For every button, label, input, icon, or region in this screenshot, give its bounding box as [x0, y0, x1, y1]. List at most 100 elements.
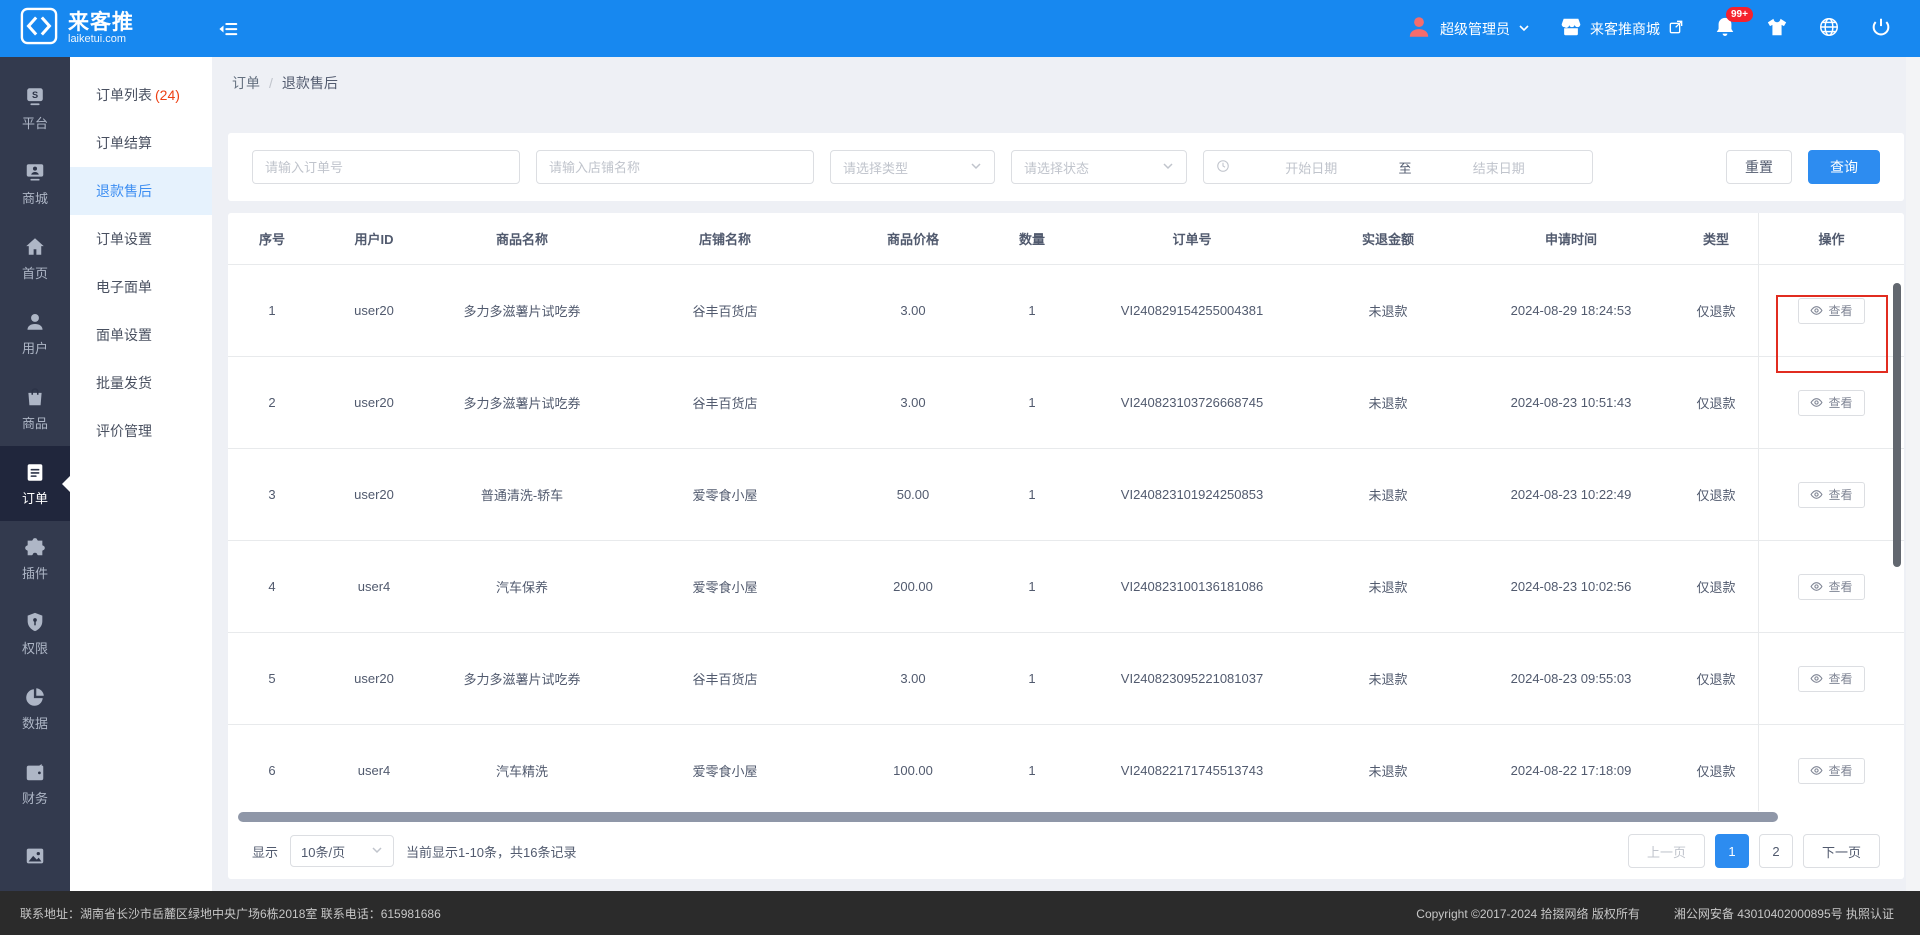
sidebar-item-user[interactable]: 用户 — [0, 296, 70, 371]
view-button[interactable]: 查看 — [1798, 666, 1864, 692]
type-select[interactable]: 请选择类型 — [830, 150, 995, 184]
page-scrollbar-track[interactable] — [1906, 57, 1920, 891]
notifications-button[interactable]: 99+ — [1714, 16, 1736, 41]
submenu-item-order-list[interactable]: 订单列表(24) — [70, 71, 212, 119]
submenu-item-waybill-settings[interactable]: 面单设置 — [70, 311, 212, 359]
cell: 1 — [988, 449, 1076, 540]
language-globe-button[interactable] — [1818, 16, 1840, 41]
user-menu[interactable]: 超级管理员 — [1406, 14, 1530, 43]
order-no-input[interactable] — [252, 150, 520, 184]
sidebar-item-label: 商城 — [22, 188, 48, 207]
shop-name-input[interactable] — [536, 150, 814, 184]
cell: 仅退款 — [1674, 725, 1758, 811]
shop-decoration-button[interactable] — [1766, 16, 1788, 41]
user-icon — [24, 311, 46, 333]
next-page-button[interactable]: 下一页 — [1803, 834, 1880, 868]
view-button-label: 查看 — [1828, 762, 1852, 779]
submenu-item-order-settings[interactable]: 订单设置 — [70, 215, 212, 263]
date-range-picker[interactable]: 开始日期 至 结束日期 — [1203, 150, 1593, 184]
avatar-icon — [1406, 14, 1432, 43]
main-content: 订单 / 退款售后 请选择类型 请选择状态 开始日期 至 — [212, 57, 1920, 891]
page-size-label: 显示 — [252, 842, 278, 861]
sidebar-item-order[interactable]: 订单 — [0, 446, 70, 521]
pagination-pages: 12 — [1715, 834, 1793, 868]
status-select-placeholder: 请选择状态 — [1024, 158, 1089, 177]
wallet-finance-icon — [24, 761, 46, 783]
submenu-item-order-settlement[interactable]: 订单结算 — [70, 119, 212, 167]
column-header: 订单号 — [1076, 229, 1308, 248]
submenu-item-e-waybill[interactable]: 电子面单 — [70, 263, 212, 311]
cell: 2 — [228, 357, 316, 448]
sidebar-item-home[interactable]: 首页 — [0, 221, 70, 296]
type-select-placeholder: 请选择类型 — [843, 158, 908, 177]
page-button-2[interactable]: 2 — [1759, 834, 1793, 868]
footer: 联系地址：湖南省长沙市岳麓区绿地中央广场6栋2018室 联系电话：6159816… — [0, 891, 1920, 935]
page-button-1[interactable]: 1 — [1715, 834, 1749, 868]
breadcrumb-parent[interactable]: 订单 — [232, 73, 260, 93]
cell: 50.00 — [838, 449, 988, 540]
sidebar-item-platform[interactable]: S平台 — [0, 71, 70, 146]
cell: 未退款 — [1308, 541, 1468, 632]
reset-button[interactable]: 重置 — [1726, 150, 1792, 184]
top-header: 来客推 laiketui.com 超级管理员 来客推商城 99+ — [0, 0, 1920, 57]
cell: 汽车保养 — [432, 541, 612, 632]
view-button-label: 查看 — [1828, 486, 1852, 503]
table-rows: 1user20多力多滋薯片试吃券谷丰百货店3.001VI240829154255… — [228, 265, 1904, 811]
prev-page-button[interactable]: 上一页 — [1628, 834, 1705, 868]
logout-power-button[interactable] — [1870, 16, 1892, 41]
sidebar-item-label: 商品 — [22, 413, 48, 432]
view-button[interactable]: 查看 — [1798, 482, 1864, 508]
submenu-item-refund-aftersale[interactable]: 退款售后 — [70, 167, 212, 215]
column-header: 数量 — [988, 229, 1076, 248]
table-row: 2user20多力多滋薯片试吃券谷丰百货店3.001VI240823103726… — [228, 357, 1904, 449]
breadcrumb-current: 退款售后 — [282, 73, 338, 93]
start-date-placeholder: 开始日期 — [1230, 158, 1393, 177]
chevron-down-icon — [371, 844, 383, 859]
column-header: 商品名称 — [432, 229, 612, 248]
view-button[interactable]: 查看 — [1798, 298, 1864, 324]
view-button[interactable]: 查看 — [1798, 758, 1864, 784]
sidebar-item-goods[interactable]: 商品 — [0, 371, 70, 446]
cell: 多力多滋薯片试吃券 — [432, 357, 612, 448]
mall-link[interactable]: 来客推商城 — [1560, 16, 1684, 41]
cell: 2024-08-23 10:02:56 — [1468, 541, 1674, 632]
order-submenu: 订单列表(24)订单结算退款售后订单设置电子面单面单设置批量发货评价管理 — [70, 57, 212, 891]
view-button[interactable]: 查看 — [1798, 390, 1864, 416]
svg-text:S: S — [32, 89, 38, 99]
shopping-bag-icon — [24, 386, 46, 408]
submenu-item-review-management[interactable]: 评价管理 — [70, 407, 212, 455]
horizontal-scrollbar[interactable] — [238, 812, 1778, 822]
logo[interactable]: 来客推 laiketui.com — [0, 7, 212, 50]
table-vertical-scrollbar[interactable] — [1893, 283, 1901, 567]
sidebar-item-plugin[interactable]: 插件 — [0, 521, 70, 596]
cell: VI240822171745513743 — [1076, 725, 1308, 811]
table-row: 4user4汽车保养爱零食小屋200.001VI2408231001361810… — [228, 541, 1904, 633]
sidebar-item-label: 数据 — [22, 713, 48, 732]
cell: 爱零食小屋 — [612, 725, 838, 811]
sidebar-item-finance[interactable]: 财务 — [0, 746, 70, 821]
column-header: 商品价格 — [838, 229, 988, 248]
submenu-item-batch-shipping[interactable]: 批量发货 — [70, 359, 212, 407]
submenu-item-label: 订单设置 — [96, 231, 152, 247]
mall-name-label: 来客推商城 — [1590, 19, 1660, 39]
status-select[interactable]: 请选择状态 — [1011, 150, 1187, 184]
page-size-select[interactable]: 10条/页 — [290, 835, 394, 867]
column-header-action: 操作 — [1758, 213, 1904, 264]
cell: 2024-08-22 17:18:09 — [1468, 725, 1674, 811]
sidebar-item-media[interactable] — [0, 821, 70, 891]
sidebar-item-data[interactable]: 数据 — [0, 671, 70, 746]
sidebar-item-auth[interactable]: 权限 — [0, 596, 70, 671]
collapse-menu-icon[interactable] — [218, 18, 240, 40]
globe-icon — [1818, 16, 1840, 41]
cell: 谷丰百货店 — [612, 633, 838, 724]
pie-data-icon — [24, 686, 46, 708]
view-button[interactable]: 查看 — [1798, 574, 1864, 600]
cell: 仅退款 — [1674, 357, 1758, 448]
cell-action: 查看 — [1758, 541, 1904, 632]
sidebar-item-mall[interactable]: 商城 — [0, 146, 70, 221]
cell: user20 — [316, 357, 432, 448]
clipboard-order-icon — [24, 461, 46, 483]
external-link-icon — [1668, 19, 1684, 38]
cell-action: 查看 — [1758, 357, 1904, 448]
search-button[interactable]: 查询 — [1808, 150, 1880, 184]
